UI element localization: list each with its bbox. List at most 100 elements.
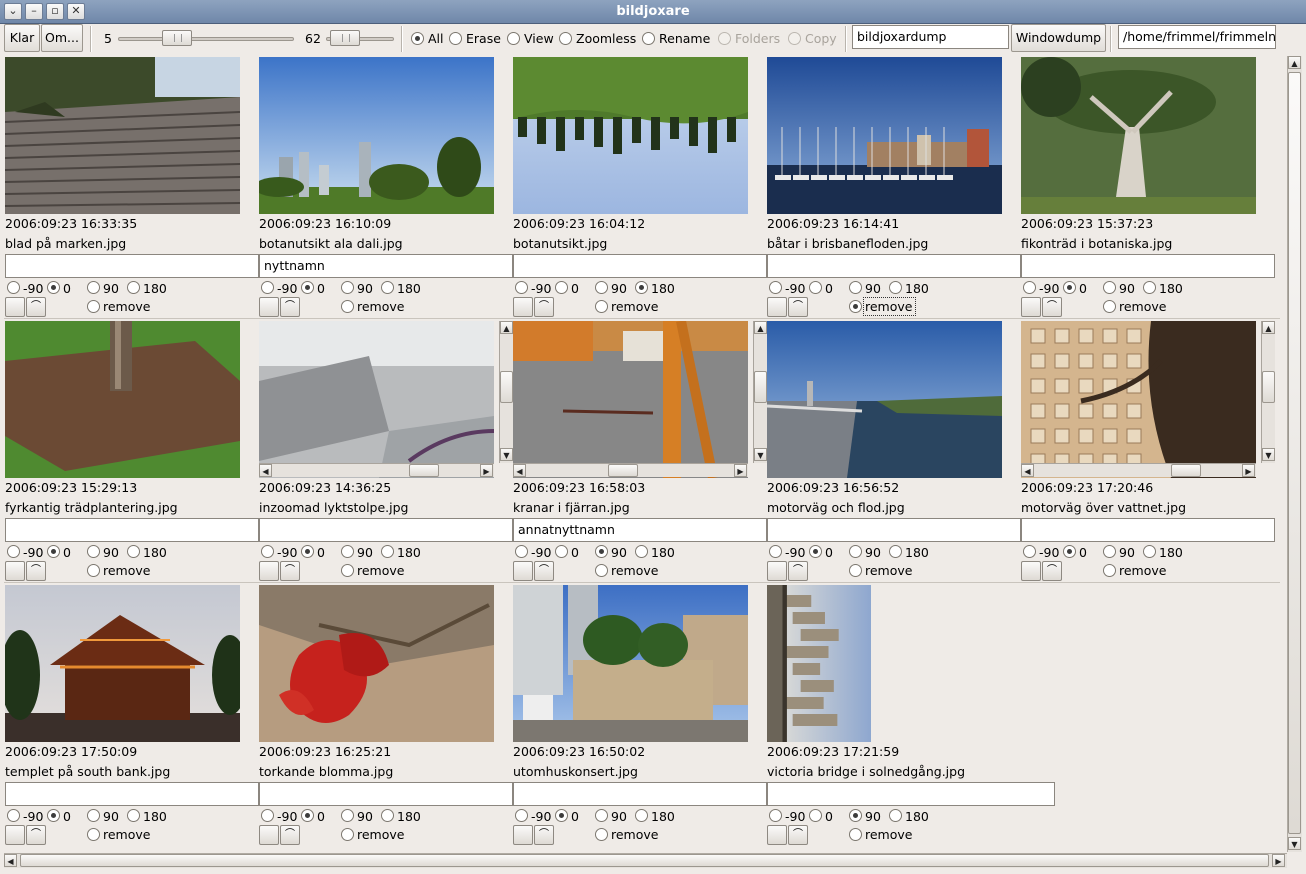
remove-radio[interactable] bbox=[849, 300, 862, 313]
prev-button[interactable] bbox=[513, 825, 533, 845]
scroll-up-icon[interactable]: ▲ bbox=[500, 321, 513, 334]
rotate-small-icon[interactable]: ⌒ bbox=[1042, 297, 1062, 317]
scroll-left-icon[interactable]: ◀ bbox=[4, 854, 17, 867]
image-thumbnail[interactable] bbox=[259, 57, 494, 214]
rotate-radio-r90[interactable] bbox=[1103, 545, 1116, 558]
rotate-radio-r90[interactable] bbox=[341, 545, 354, 558]
rename-field[interactable] bbox=[513, 254, 767, 278]
rotate-radio-m90[interactable] bbox=[1023, 281, 1036, 294]
rotate-radio-r180[interactable] bbox=[381, 281, 394, 294]
image-thumbnail[interactable] bbox=[259, 585, 494, 742]
rotate-radio-m90[interactable] bbox=[1023, 545, 1036, 558]
image-thumbnail[interactable] bbox=[767, 321, 1002, 478]
image-thumbnail[interactable] bbox=[513, 321, 748, 478]
path-field[interactable]: /home/frimmel/frimmelny bbox=[1118, 25, 1276, 49]
window-vertical-scrollbar[interactable]: ▲ ▼ bbox=[1287, 56, 1302, 852]
scroll-left-icon[interactable]: ◀ bbox=[259, 464, 272, 477]
prev-button[interactable] bbox=[513, 297, 533, 317]
rotate-radio-r180[interactable] bbox=[889, 809, 902, 822]
scroll-left-icon[interactable]: ◀ bbox=[513, 464, 526, 477]
rotate-radio-m90[interactable] bbox=[261, 809, 274, 822]
rotate-radio-r180[interactable] bbox=[127, 809, 140, 822]
image-thumbnail[interactable] bbox=[513, 585, 748, 742]
rotate-small-icon[interactable]: ⌒ bbox=[534, 825, 554, 845]
scroll-up-icon[interactable]: ▲ bbox=[1262, 321, 1275, 334]
rotate-radio-r180[interactable] bbox=[635, 809, 648, 822]
rotate-radio-r180[interactable] bbox=[127, 281, 140, 294]
windowdump-button[interactable]: Windowdump bbox=[1011, 24, 1106, 52]
rename-field[interactable] bbox=[259, 518, 513, 542]
rotate-radio-m90[interactable] bbox=[769, 809, 782, 822]
rotate-radio-r180[interactable] bbox=[1143, 281, 1156, 294]
rotate-radio-r90[interactable] bbox=[341, 809, 354, 822]
rotate-small-icon[interactable]: ⌒ bbox=[534, 297, 554, 317]
rotate-radio-r90[interactable] bbox=[595, 281, 608, 294]
rotate-small-icon[interactable]: ⌒ bbox=[280, 561, 300, 581]
rename-field[interactable] bbox=[259, 782, 513, 806]
rename-field[interactable] bbox=[767, 518, 1021, 542]
rotate-small-icon[interactable]: ⌒ bbox=[26, 561, 46, 581]
rotate-radio-r0[interactable] bbox=[301, 809, 314, 822]
rename-field[interactable] bbox=[1021, 254, 1275, 278]
prev-button[interactable] bbox=[259, 561, 279, 581]
image-thumbnail[interactable] bbox=[259, 321, 494, 478]
image-thumbnail[interactable] bbox=[767, 585, 871, 742]
scroll-down-icon[interactable]: ▼ bbox=[1262, 448, 1275, 461]
rotate-radio-r180[interactable] bbox=[381, 809, 394, 822]
rotate-small-icon[interactable]: ⌒ bbox=[1042, 561, 1062, 581]
rotate-small-icon[interactable]: ⌒ bbox=[788, 825, 808, 845]
remove-radio[interactable] bbox=[87, 564, 100, 577]
remove-radio[interactable] bbox=[87, 300, 100, 313]
scroll-down-icon[interactable]: ▼ bbox=[754, 448, 767, 461]
rotate-radio-r90[interactable] bbox=[849, 281, 862, 294]
rotate-radio-r0[interactable] bbox=[809, 809, 822, 822]
prev-button[interactable] bbox=[1021, 561, 1041, 581]
horizontal-scroll-thumb[interactable] bbox=[20, 854, 1269, 867]
rotate-radio-r0[interactable] bbox=[555, 281, 568, 294]
remove-radio[interactable] bbox=[341, 828, 354, 841]
thumbnail-horizontal-scrollbar[interactable]: ◀ ▶ bbox=[1021, 463, 1256, 477]
image-thumbnail[interactable] bbox=[1021, 57, 1256, 214]
thumbnail-vertical-scrollbar[interactable]: ▲ ▼ bbox=[753, 321, 767, 463]
scroll-right-icon[interactable]: ▶ bbox=[734, 464, 747, 477]
rotate-radio-r180[interactable] bbox=[889, 281, 902, 294]
rotate-radio-r90[interactable] bbox=[341, 281, 354, 294]
scroll-up-icon[interactable]: ▲ bbox=[754, 321, 767, 334]
rotate-radio-r90[interactable] bbox=[87, 545, 100, 558]
prev-button[interactable] bbox=[5, 297, 25, 317]
rotate-radio-r90[interactable] bbox=[849, 545, 862, 558]
rename-field[interactable] bbox=[767, 254, 1021, 278]
rotate-radio-r0[interactable] bbox=[809, 545, 822, 558]
horizontal-scroll-thumb[interactable] bbox=[409, 464, 439, 477]
rename-field[interactable] bbox=[5, 782, 259, 806]
scroll-down-icon[interactable]: ▼ bbox=[500, 448, 513, 461]
mode-radio-all[interactable] bbox=[411, 32, 424, 45]
rename-field[interactable] bbox=[513, 782, 767, 806]
rotate-radio-r0[interactable] bbox=[1063, 545, 1076, 558]
rotate-radio-r90[interactable] bbox=[595, 809, 608, 822]
image-thumbnail[interactable] bbox=[5, 321, 240, 478]
remove-radio[interactable] bbox=[595, 300, 608, 313]
scroll-left-icon[interactable]: ◀ bbox=[1021, 464, 1034, 477]
mode-radio-rename[interactable] bbox=[642, 32, 655, 45]
remove-radio[interactable] bbox=[341, 564, 354, 577]
remove-radio[interactable] bbox=[595, 564, 608, 577]
rotate-small-icon[interactable]: ⌒ bbox=[534, 561, 554, 581]
thumbnail-horizontal-scrollbar[interactable]: ◀ ▶ bbox=[513, 463, 748, 477]
vertical-scroll-thumb[interactable] bbox=[1262, 371, 1275, 403]
vertical-scroll-thumb[interactable] bbox=[500, 371, 513, 403]
rotate-radio-r180[interactable] bbox=[635, 545, 648, 558]
rotate-radio-m90[interactable] bbox=[7, 545, 20, 558]
rotate-radio-r180[interactable] bbox=[889, 545, 902, 558]
rotate-radio-m90[interactable] bbox=[769, 545, 782, 558]
rotate-radio-r0[interactable] bbox=[809, 281, 822, 294]
rotate-radio-r90[interactable] bbox=[595, 545, 608, 558]
rotate-radio-r180[interactable] bbox=[1143, 545, 1156, 558]
thumbnail-horizontal-scrollbar[interactable]: ◀ ▶ bbox=[259, 463, 494, 477]
rotate-radio-r180[interactable] bbox=[635, 281, 648, 294]
rotate-radio-m90[interactable] bbox=[515, 281, 528, 294]
size-slider-handle[interactable] bbox=[162, 30, 192, 46]
rotate-radio-r90[interactable] bbox=[87, 281, 100, 294]
rotate-radio-r0[interactable] bbox=[301, 545, 314, 558]
rotate-radio-r180[interactable] bbox=[381, 545, 394, 558]
